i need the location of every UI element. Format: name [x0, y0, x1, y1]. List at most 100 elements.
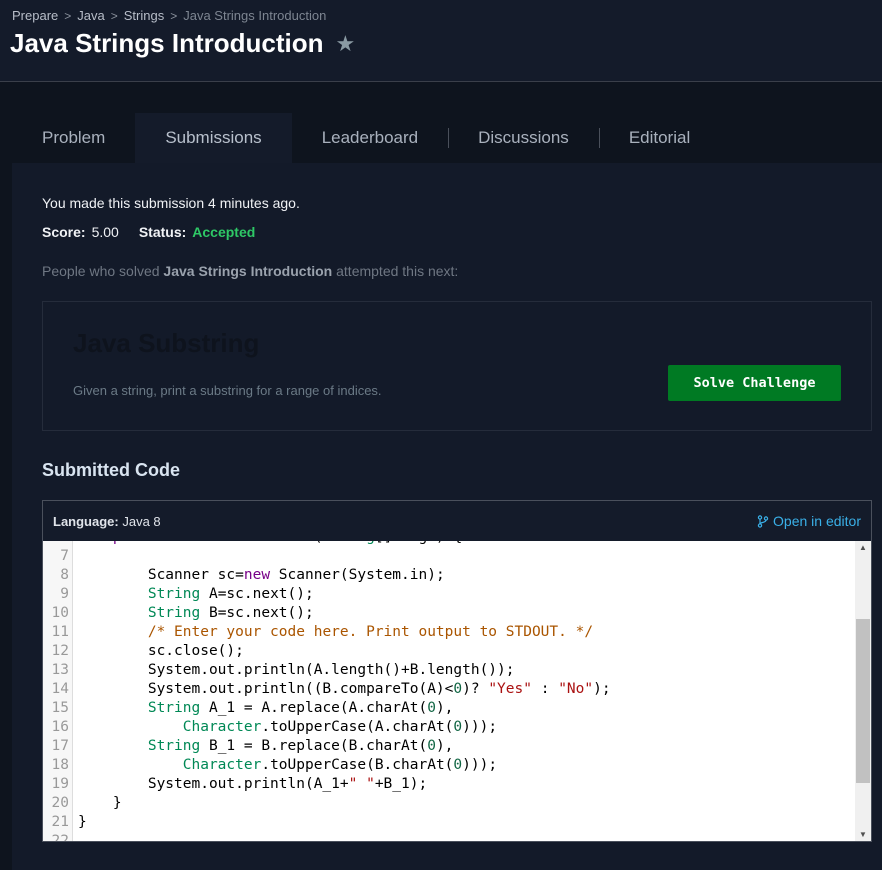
next-challenge-card: Java Substring Given a string, print a s… [42, 301, 872, 431]
line-source: String B_1 = B.replace(B.charAt(0), [70, 737, 454, 756]
code-token: Character [182, 757, 262, 773]
code-line: 20 } [43, 794, 611, 813]
code-token: public [113, 541, 165, 545]
next-prefix: People who solved [42, 263, 160, 279]
code-line: 8 Scanner sc=new Scanner(System.in); [43, 566, 611, 585]
breadcrumb-strings[interactable]: Strings [124, 8, 164, 23]
line-source: String A=sc.next(); [70, 585, 314, 604]
next-challenge-name: Java Strings Introduction [163, 263, 333, 279]
code-line: 19 System.out.println(A_1+" "+B_1); [43, 775, 611, 794]
line-number: 17 [51, 738, 69, 754]
code-line: 10 String B=sc.next(); [43, 604, 611, 623]
scroll-down-icon[interactable]: ▼ [855, 830, 871, 839]
line-source: Scanner sc=new Scanner(System.in); [70, 566, 445, 585]
line-source [70, 547, 78, 566]
code-token: Scanner(System.in); [270, 567, 445, 583]
code-token: /* Enter your code here. Print output to… [147, 624, 594, 640]
code-line: 21} [43, 813, 611, 832]
code-token: static [174, 541, 226, 545]
code-token: "Yes" [488, 681, 532, 697]
open-in-editor-link[interactable]: Open in editor [757, 513, 861, 529]
line-number: 21 [51, 814, 69, 830]
code-token: "No" [558, 681, 594, 697]
code-token: ); [593, 681, 611, 697]
line-source: String A_1 = A.replace(A.charAt(0), [70, 699, 454, 718]
code-token: +B_1); [374, 776, 428, 792]
line-source: System.out.println(A.length()+B.length()… [70, 661, 515, 680]
line-number: 15 [51, 700, 69, 716]
tab-editorial[interactable]: Editorial [598, 113, 720, 163]
line-source: String B=sc.next(); [70, 604, 314, 623]
code-token: 0 [453, 719, 463, 735]
code-lines: 6 public static void main(String[] args)… [43, 541, 611, 841]
solve-challenge-button[interactable]: Solve Challenge [668, 365, 841, 401]
code-editor[interactable]: 6 public static void main(String[] args)… [43, 541, 871, 841]
line-source: /* Enter your code here. Print output to… [70, 623, 593, 642]
code-token: .toUpperCase(B.charAt( [261, 757, 454, 773]
line-number: 11 [51, 624, 69, 640]
code-token: 0 [427, 738, 436, 754]
line-source: public static void main(String[] args) { [70, 541, 462, 547]
code-viewer: Language: Java 8 Open in editor 6 public… [42, 500, 872, 842]
line-source [70, 832, 78, 841]
line-number: 18 [51, 757, 69, 773]
tab-discussions[interactable]: Discussions [448, 113, 599, 163]
code-token: String [147, 586, 201, 602]
tab-submissions[interactable]: Submissions [135, 113, 292, 163]
code-token: Scanner sc= [78, 567, 244, 583]
code-line: 22 [43, 832, 611, 841]
code-token: ))); [462, 757, 498, 773]
line-source: sc.close(); [70, 642, 244, 661]
code-token: } [78, 795, 122, 811]
line-number: 10 [51, 605, 69, 621]
code-token: " " [348, 776, 375, 792]
star-icon[interactable]: ★ [336, 31, 356, 57]
language-label: Language: [53, 513, 119, 529]
tab-leaderboard[interactable]: Leaderboard [292, 113, 448, 163]
next-challenge-text: People who solved Java Strings Introduct… [42, 263, 458, 279]
chevron-right-icon: > [64, 8, 72, 23]
code-token: [] args) { [375, 541, 462, 545]
line-number: 7 [60, 548, 69, 564]
line-source: System.out.println((B.compareTo(A)<0)? "… [70, 680, 611, 699]
open-in-editor-label: Open in editor [773, 513, 861, 529]
language-info: Language: Java 8 [53, 514, 161, 529]
code-line: 16 Character.toUpperCase(A.charAt(0))); [43, 718, 611, 737]
code-line: 14 System.out.println((B.compareTo(A)<0)… [43, 680, 611, 699]
code-token: 0 [427, 700, 436, 716]
scrollbar[interactable]: ▲ ▼ [855, 541, 871, 841]
code-token: B_1 = B.replace(B.charAt( [200, 738, 428, 754]
submitted-code-heading: Submitted Code [42, 460, 180, 480]
line-number: 8 [60, 567, 69, 583]
breadcrumb-current: Java Strings Introduction [183, 8, 327, 23]
status-label: Status: [138, 224, 187, 240]
code-token: void [235, 541, 270, 545]
breadcrumb-prepare[interactable]: Prepare [12, 8, 58, 23]
line-source: Character.toUpperCase(B.charAt(0))); [70, 756, 497, 775]
line-number: 20 [51, 795, 69, 811]
scrollbar-thumb[interactable] [856, 619, 870, 783]
code-token: Character [182, 719, 262, 735]
code-token: } [78, 814, 87, 830]
page-header: Prepare > Java > Strings > Java Strings Int… [0, 0, 882, 82]
line-source: Character.toUpperCase(A.charAt(0))); [70, 718, 497, 737]
chevron-right-icon: > [170, 8, 178, 23]
chevron-right-icon: > [110, 8, 118, 23]
card-title[interactable]: Java Substring [73, 328, 259, 359]
tab-problem[interactable]: Problem [12, 113, 135, 163]
page-title: Java Strings Introduction [10, 28, 324, 58]
breadcrumb: Prepare > Java > Strings > Java Strings Int… [12, 8, 326, 23]
scroll-up-icon[interactable]: ▲ [855, 543, 871, 552]
code-token: 0 [453, 681, 463, 697]
code-token: : [531, 681, 559, 697]
breadcrumb-java[interactable]: Java [77, 8, 104, 23]
code-token: )? [462, 681, 489, 697]
line-source: } [70, 813, 87, 832]
